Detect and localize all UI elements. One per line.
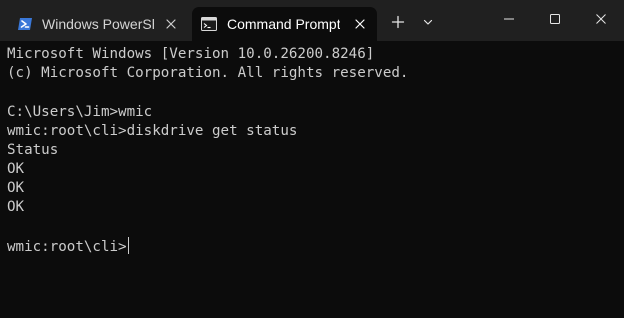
text-cursor bbox=[127, 237, 129, 254]
tab-label: Command Prompt bbox=[227, 16, 340, 32]
tab-command-prompt[interactable]: Command Prompt bbox=[192, 7, 377, 41]
close-tab-icon[interactable] bbox=[352, 16, 368, 32]
minimize-button[interactable] bbox=[486, 0, 532, 38]
powershell-icon bbox=[17, 16, 33, 32]
terminal-line: Status bbox=[7, 142, 59, 158]
tab-bar: Windows PowerSh Command Prompt bbox=[0, 0, 624, 41]
cmd-icon bbox=[201, 16, 217, 32]
terminal-line: Microsoft Windows [Version 10.0.26200.82… bbox=[7, 46, 375, 62]
tab-dropdown-button[interactable] bbox=[416, 7, 440, 37]
terminal-line: OK bbox=[7, 199, 25, 215]
new-tab-button[interactable] bbox=[385, 7, 411, 37]
prompt-text: wmic:root\cli> bbox=[7, 239, 127, 255]
chevron-down-icon bbox=[422, 16, 434, 28]
terminal-line: (c) Microsoft Corporation. All rights re… bbox=[7, 65, 409, 81]
close-window-button[interactable] bbox=[578, 0, 624, 38]
close-icon bbox=[595, 13, 607, 25]
terminal-line: wmic:root\cli>diskdrive get status bbox=[7, 123, 298, 139]
minimize-icon bbox=[503, 13, 515, 25]
close-tab-icon[interactable] bbox=[163, 16, 179, 32]
maximize-button[interactable] bbox=[532, 0, 578, 38]
plus-icon bbox=[391, 15, 405, 29]
tab-label: Windows PowerSh bbox=[42, 16, 154, 32]
terminal-line: OK bbox=[7, 180, 25, 196]
terminal-output[interactable]: Microsoft Windows [Version 10.0.26200.82… bbox=[0, 41, 624, 318]
terminal-line: C:\Users\Jim>wmic bbox=[7, 104, 153, 120]
maximize-icon bbox=[549, 13, 561, 25]
terminal-window: Windows PowerSh Command Prompt Microsoft… bbox=[0, 0, 624, 318]
tab-windows-powershell[interactable]: Windows PowerSh bbox=[8, 7, 188, 41]
terminal-prompt-line: wmic:root\cli> bbox=[7, 237, 129, 256]
terminal-line: OK bbox=[7, 161, 25, 177]
